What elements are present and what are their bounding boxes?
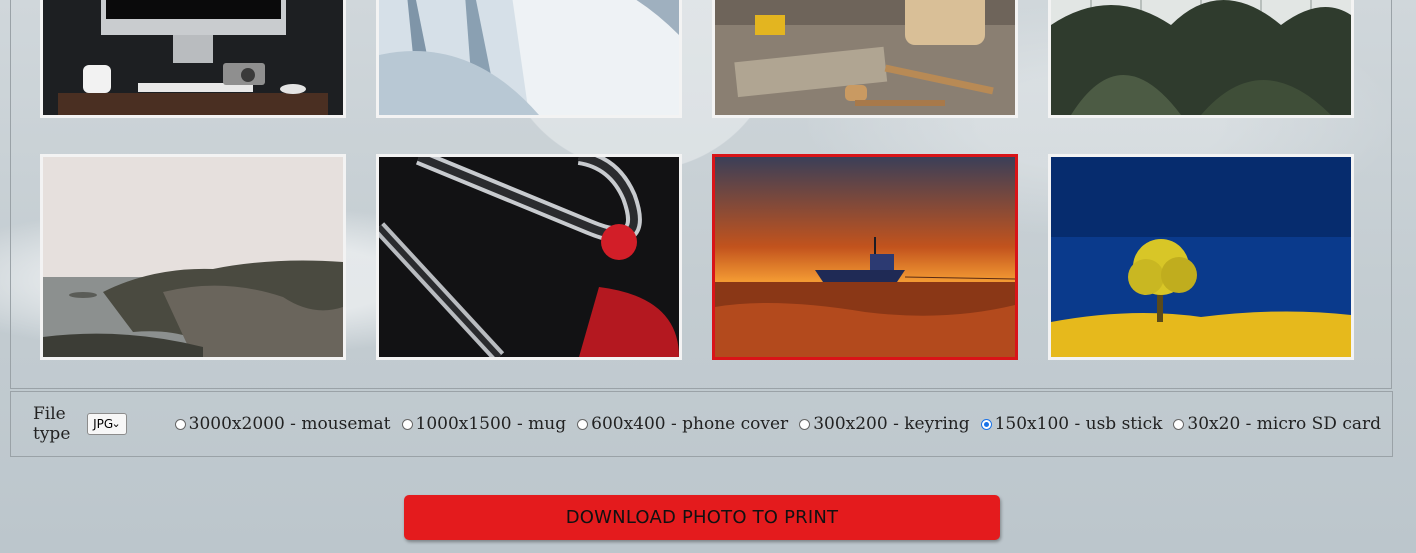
- size-option-label: 3000x2000 - mousemat: [188, 414, 391, 434]
- radio-button[interactable]: [174, 418, 186, 430]
- photo-boat-sunset[interactable]: [712, 154, 1018, 360]
- photo-desk-computer[interactable]: [40, 0, 346, 118]
- size-option-label: 300x200 - keyring: [813, 414, 970, 434]
- file-type-value: JPG: [93, 417, 114, 431]
- radio-button[interactable]: [1173, 418, 1185, 430]
- file-type-select[interactable]: JPG ⌄: [87, 413, 127, 435]
- photo-yellow-tree-field[interactable]: [1048, 154, 1354, 360]
- photo-frozen-waterfall[interactable]: [376, 0, 682, 118]
- radio-button[interactable]: [401, 418, 413, 430]
- size-option-keyring[interactable]: 300x200 - keyring: [799, 414, 970, 434]
- file-type-label: File type: [33, 404, 71, 444]
- photo-gallery: [10, 0, 1392, 389]
- print-options-bar: File type JPG ⌄ 3000x2000 - mousemat 100…: [10, 391, 1393, 457]
- radio-button[interactable]: [799, 418, 811, 430]
- chevron-down-icon: ⌄: [111, 417, 121, 430]
- photo-greenhouse-ferns[interactable]: [1048, 0, 1354, 118]
- radio-button[interactable]: [980, 418, 992, 430]
- photo-woodworking-tools[interactable]: [712, 0, 1018, 118]
- size-option-label: 30x20 - micro SD card: [1187, 414, 1381, 434]
- size-option-label: 600x400 - phone cover: [591, 414, 789, 434]
- size-option-mousemat[interactable]: 3000x2000 - mousemat: [174, 414, 391, 434]
- download-photo-button[interactable]: DOWNLOAD PHOTO TO PRINT: [404, 495, 1000, 540]
- photo-abstract-red-curves[interactable]: [376, 154, 682, 360]
- photo-coastal-cliffs[interactable]: [40, 154, 346, 360]
- size-option-label: 150x100 - usb stick: [994, 414, 1163, 434]
- size-option-micro-sd-card[interactable]: 30x20 - micro SD card: [1173, 414, 1381, 434]
- size-option-phone-cover[interactable]: 600x400 - phone cover: [577, 414, 788, 434]
- radio-button[interactable]: [577, 418, 589, 430]
- size-option-label: 1000x1500 - mug: [415, 414, 567, 434]
- size-option-mug[interactable]: 1000x1500 - mug: [401, 414, 567, 434]
- size-options: 3000x2000 - mousemat 1000x1500 - mug 600…: [174, 414, 1392, 434]
- size-option-usb-stick[interactable]: 150x100 - usb stick: [980, 414, 1163, 434]
